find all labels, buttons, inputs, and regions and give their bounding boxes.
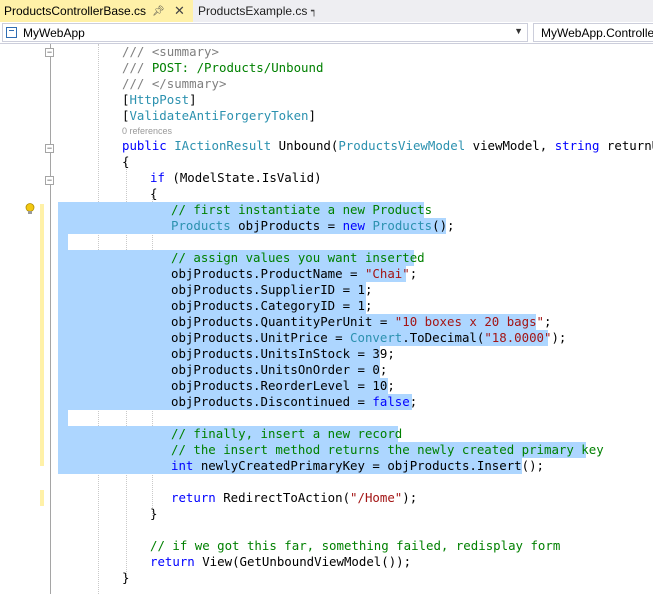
code-line: // if we got this far, something failed,… — [150, 538, 561, 553]
selection-highlight — [58, 410, 68, 426]
code-line: objProducts.ReorderLevel = 10; — [171, 378, 395, 393]
indicator-margin — [0, 44, 22, 594]
code-line: objProducts.UnitsInStock = 39; — [171, 346, 395, 361]
code-line: return RedirectToAction("/Home"); — [171, 490, 418, 505]
code-line: Products objProducts = new Products(); — [171, 218, 455, 233]
code-line: objProducts.SupplierID = 1; — [171, 282, 373, 297]
code-line: // first instantiate a new Products — [171, 202, 433, 217]
project-dropdown[interactable]: MyWebApp ▼ — [2, 23, 528, 42]
code-line: [HttpPost] — [122, 92, 197, 107]
document-tab-bar: ProductsControllerBase.cs 📌︎ ✕ ProductsE… — [0, 0, 653, 22]
lightbulb-icon[interactable] — [23, 202, 37, 216]
change-bar — [40, 490, 44, 506]
code-line: } — [150, 506, 158, 521]
code-line: /// POST: /Products/Unbound — [122, 60, 324, 75]
collapse-toggle[interactable]: − — [45, 176, 54, 185]
tab-label: ProductsControllerBase.cs — [4, 4, 147, 18]
code-line: { — [150, 186, 158, 201]
code-line: // finally, insert a new record — [171, 426, 403, 441]
class-dropdown[interactable]: MyWebApp.Controllers — [533, 23, 653, 42]
pin-icon[interactable]: 📌︎ — [152, 6, 165, 17]
code-line: /// <summary> — [122, 44, 219, 59]
code-line: return View(GetUnboundViewModel()); — [150, 554, 412, 569]
code-line: objProducts.CategoryID = 1; — [171, 298, 373, 313]
code-line: // assign values you want inserted — [171, 250, 425, 265]
code-lens-references[interactable]: 0 references — [122, 125, 172, 137]
change-bar — [40, 204, 44, 466]
code-line: { — [122, 154, 130, 169]
class-name: MyWebApp.Controllers — [541, 25, 653, 40]
code-line: } — [122, 570, 130, 585]
pin-icon[interactable]: ┑ — [311, 6, 317, 17]
code-line: objProducts.UnitPrice = Convert.ToDecima… — [171, 330, 567, 345]
tab-products-controller-base[interactable]: ProductsControllerBase.cs 📌︎ ✕ — [0, 0, 193, 22]
tab-products-example[interactable]: ProductsExample.cs ┑ — [194, 0, 328, 22]
collapse-toggle[interactable]: − — [45, 48, 54, 57]
code-line: [ValidateAntiForgeryToken] — [122, 108, 316, 123]
code-line: objProducts.QuantityPerUnit = "10 boxes … — [171, 314, 552, 329]
code-line: objProducts.Discontinued = false; — [171, 394, 418, 409]
project-icon — [6, 27, 17, 38]
code-editor[interactable]: − − − /// <summary> /// POST: /Products/… — [0, 44, 653, 594]
selection-highlight — [58, 234, 68, 250]
tab-label: ProductsExample.cs — [198, 4, 308, 18]
outline-line — [50, 44, 52, 594]
chevron-down-icon[interactable]: ▼ — [514, 26, 523, 36]
code-line: if (ModelState.IsValid) — [150, 170, 322, 185]
code-line: objProducts.ProductName = "Chai"; — [171, 266, 418, 281]
project-name: MyWebApp — [23, 25, 85, 40]
navigation-bar: MyWebApp ▼ MyWebApp.Controllers — [0, 22, 653, 44]
code-line: public IActionResult Unbound(ProductsVie… — [122, 138, 653, 153]
code-line: objProducts.UnitsOnOrder = 0; — [171, 362, 388, 377]
code-line: /// </summary> — [122, 76, 227, 91]
code-line: int newlyCreatedPrimaryKey = objProducts… — [171, 458, 545, 473]
collapse-toggle[interactable]: − — [45, 144, 54, 153]
close-icon[interactable]: ✕ — [174, 3, 185, 19]
code-line: // the insert method returns the newly c… — [171, 442, 604, 457]
